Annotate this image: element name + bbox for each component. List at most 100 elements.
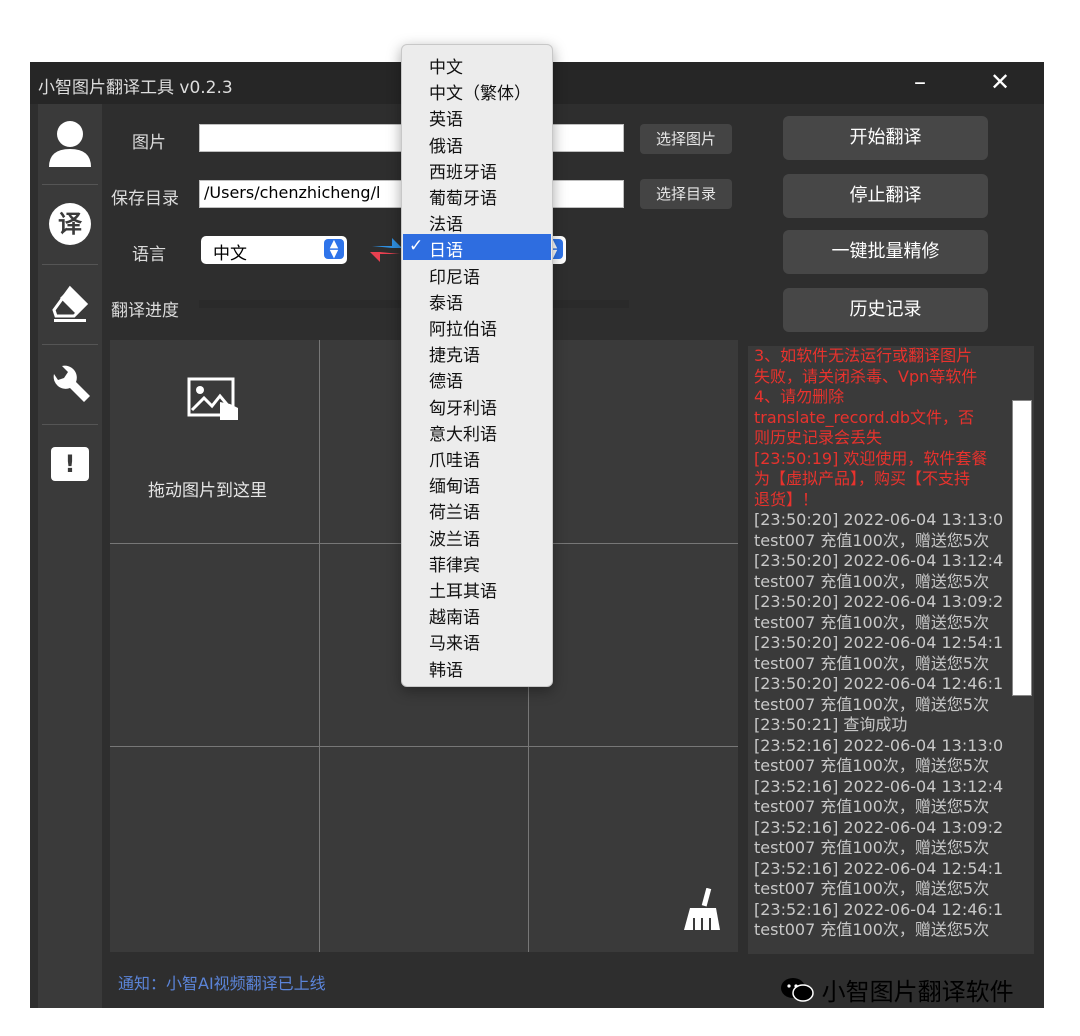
language-option-label: 中文 bbox=[429, 58, 463, 78]
sidebar-item-erase[interactable] bbox=[38, 264, 102, 344]
watermark-text: 小智图片翻译软件 bbox=[821, 978, 1014, 1006]
language-option[interactable]: 菲律宾 bbox=[403, 549, 551, 576]
chevron-updown-icon: ▲ ▼ bbox=[324, 238, 344, 259]
sidebar-item-account[interactable] bbox=[38, 104, 102, 184]
log-line: 失败，请关闭杀毒、Vpn等软件 bbox=[754, 366, 978, 386]
image-label: 图片 bbox=[132, 133, 166, 153]
select-dir-button[interactable]: 选择目录 bbox=[640, 179, 732, 209]
language-option[interactable]: ✓ 日语 bbox=[403, 234, 551, 262]
language-option[interactable]: 英语 bbox=[403, 103, 551, 131]
source-language-value: 中文 bbox=[213, 244, 247, 264]
watermark: 小智图片翻译软件 bbox=[780, 972, 1014, 1007]
broom-clear-icon[interactable] bbox=[682, 887, 722, 932]
swap-language-icon[interactable] bbox=[368, 232, 404, 268]
sidebar-item-tools[interactable] bbox=[38, 344, 102, 424]
log-line: test007 充值100次，赠送您5次 bbox=[754, 530, 990, 550]
language-option[interactable]: 韩语 bbox=[403, 654, 551, 681]
log-line: [23:50:20] 2022-06-04 13:13:0 bbox=[754, 510, 1004, 529]
language-option[interactable]: 西班牙语 bbox=[403, 156, 551, 183]
log-line: [23:52:16] 2022-06-04 13:09:2 bbox=[754, 817, 1004, 837]
close-button[interactable]: ✕ bbox=[985, 68, 1015, 96]
sidebar-item-feedback[interactable]: ! bbox=[38, 424, 102, 504]
history-button[interactable]: 历史记录 bbox=[783, 288, 988, 332]
language-option[interactable]: 俄语 bbox=[403, 130, 551, 157]
translate-icon: 译 bbox=[49, 203, 91, 245]
log-line: test007 充值100次，赠送您5次 bbox=[754, 797, 990, 816]
window-title: 小智图片翻译工具 v0.2.3 bbox=[38, 78, 233, 98]
language-option-label: 越南语 bbox=[429, 608, 480, 629]
language-option[interactable]: 马来语 bbox=[403, 627, 551, 655]
log-line: test007 充值100次，赠送您5次 bbox=[754, 838, 990, 857]
log-line: test007 充值100次，赠送您5次 bbox=[754, 756, 990, 775]
language-option-label: 马来语 bbox=[429, 634, 480, 655]
language-option-label: 中文（繁体） bbox=[429, 84, 531, 105]
source-language-select[interactable]: 中文 ▲ ▼ bbox=[201, 236, 347, 264]
language-option-label: 俄语 bbox=[429, 136, 463, 157]
language-option[interactable]: 印尼语 bbox=[403, 261, 551, 288]
language-option[interactable]: 中文 bbox=[403, 51, 551, 78]
language-option[interactable]: 德语 bbox=[403, 365, 551, 393]
language-option-label: 荷兰语 bbox=[429, 503, 480, 524]
notice-text[interactable]: 通知：小智AI视频翻译已上线 bbox=[118, 970, 326, 994]
check-icon: ✓ bbox=[409, 236, 424, 257]
log-scrollbar[interactable] bbox=[1012, 400, 1032, 696]
language-option-label: 捷克语 bbox=[429, 346, 480, 367]
log-line: [23:50:20] 2022-06-04 12:54:1 bbox=[754, 633, 1004, 652]
stop-translate-button[interactable]: 停止翻译 bbox=[783, 174, 988, 218]
start-translate-button[interactable]: 开始翻译 bbox=[783, 116, 988, 160]
language-option[interactable]: 波兰语 bbox=[403, 523, 551, 550]
log-line: test007 充值100次，赠送您5次 bbox=[754, 653, 990, 673]
log-line: [23:50:20] 2022-06-04 13:12:4 bbox=[754, 551, 1004, 570]
sidebar: 译 ! bbox=[38, 104, 102, 1008]
language-option-label: 英语 bbox=[429, 110, 463, 131]
language-option-label: 意大利语 bbox=[429, 424, 497, 445]
language-option[interactable]: 荷兰语 bbox=[403, 496, 551, 524]
language-option-label: 土耳其语 bbox=[429, 582, 497, 602]
log-line: test007 充值100次，赠送您5次 bbox=[754, 612, 990, 632]
language-option-label: 西班牙语 bbox=[429, 162, 497, 183]
language-label: 语言 bbox=[132, 245, 166, 265]
wechat-icon bbox=[781, 978, 814, 1002]
language-option[interactable]: 葡萄牙语 bbox=[403, 182, 551, 209]
log-line: 3、如软件无法运行或翻译图片 bbox=[754, 346, 973, 365]
language-option-label: 菲律宾 bbox=[429, 555, 480, 576]
language-option-label: 德语 bbox=[429, 372, 463, 393]
language-option[interactable]: 捷克语 bbox=[403, 339, 551, 367]
log-line: [23:50:20] 2022-06-04 12:46:1 bbox=[754, 674, 1004, 693]
eraser-icon bbox=[52, 285, 89, 322]
language-option[interactable]: 阿拉伯语 bbox=[403, 313, 551, 340]
log-line: [23:52:16] 2022-06-04 12:46:1 bbox=[754, 899, 1004, 919]
language-option-label: 日语 bbox=[429, 241, 463, 262]
log-line: 为【虚拟产品】，购买【不支持 bbox=[754, 469, 971, 488]
log-line: test007 充值100次，赠送您5次 bbox=[754, 694, 990, 714]
language-option[interactable]: 法语 bbox=[403, 208, 551, 236]
log-line: test007 充值100次，赠送您5次 bbox=[754, 571, 990, 591]
language-option[interactable]: 爪哇语 bbox=[403, 444, 551, 471]
log-line: [23:50:20] 2022-06-04 13:09:2 bbox=[754, 592, 1004, 611]
select-image-button[interactable]: 选择图片 bbox=[640, 124, 732, 154]
language-option-label: 法语 bbox=[429, 215, 463, 236]
language-dropdown-menu[interactable]: 中文中文（繁体） 英语俄语西班牙语 葡萄牙语法语 ✓ 日语 印尼语泰语阿拉伯语捷克语德语匈… bbox=[401, 44, 553, 687]
language-option-label: 阿拉伯语 bbox=[429, 320, 497, 340]
language-option-label: 泰语 bbox=[429, 293, 463, 314]
language-option[interactable]: 匈牙利语 bbox=[403, 392, 551, 419]
language-option-label: 爪哇语 bbox=[429, 451, 480, 471]
language-option[interactable]: 缅甸语 bbox=[403, 470, 551, 498]
language-option[interactable]: 中文（繁体） bbox=[403, 77, 551, 105]
language-option[interactable]: 越南语 bbox=[403, 601, 551, 629]
language-option-label: 缅甸语 bbox=[429, 477, 480, 498]
minimize-button[interactable]: – bbox=[905, 68, 935, 96]
save-dir-label: 保存目录 bbox=[111, 189, 179, 209]
feedback-icon: ! bbox=[51, 447, 89, 481]
language-option[interactable]: 土耳其语 bbox=[403, 575, 551, 602]
log-panel[interactable]: 3、如软件无法运行或翻译图片 失败，请关闭杀毒、Vpn等软件 4、请勿删除 trans… bbox=[748, 346, 1034, 954]
progress-label: 翻译进度 bbox=[111, 301, 179, 321]
language-option-label: 匈牙利语 bbox=[429, 398, 497, 419]
language-option[interactable]: 意大利语 bbox=[403, 418, 551, 445]
log-line: 则历史记录会丢失 bbox=[754, 428, 883, 447]
batch-refine-button[interactable]: 一键批量精修 bbox=[783, 230, 988, 274]
log-line: [23:52:16] 2022-06-04 13:12:4 bbox=[754, 776, 1004, 796]
sidebar-item-translate[interactable]: 译 bbox=[38, 184, 102, 264]
drop-hint-text: 拖动图片到这里 bbox=[148, 481, 267, 501]
language-option[interactable]: 泰语 bbox=[403, 287, 551, 314]
